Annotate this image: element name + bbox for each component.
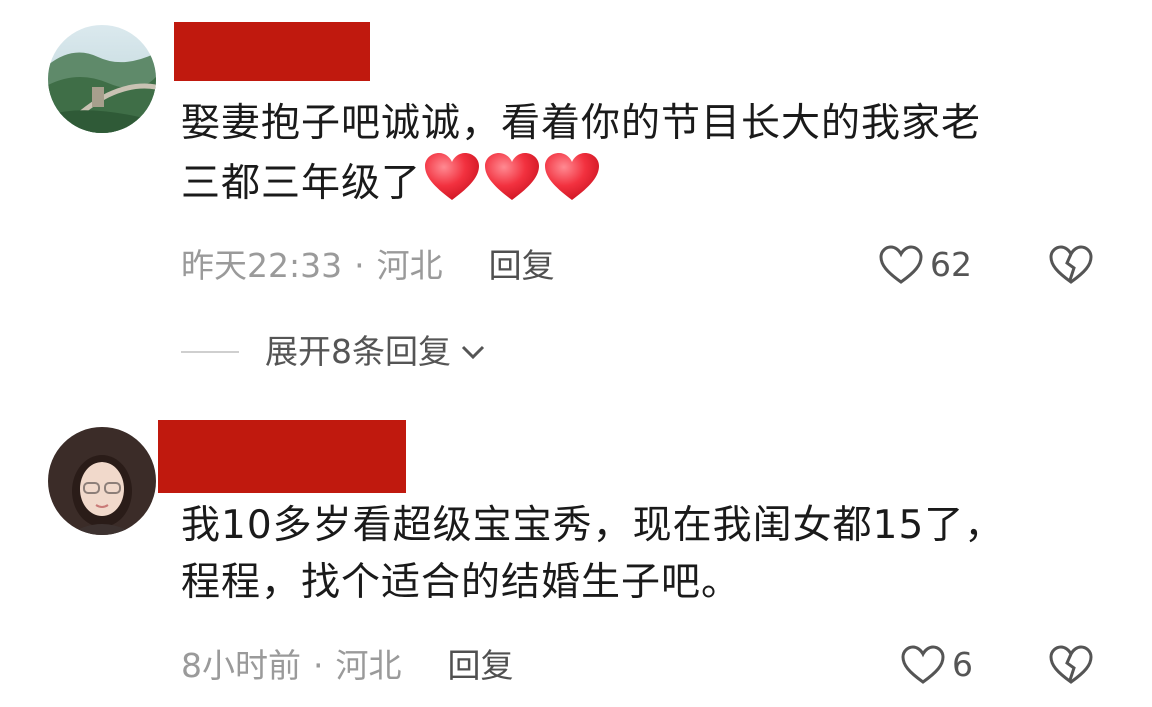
broken-heart-icon[interactable] — [1048, 644, 1094, 686]
like-count: 6 — [952, 645, 973, 684]
comment-time: 昨天22:33 — [181, 246, 343, 285]
reply-button[interactable]: 回复 — [448, 646, 514, 685]
comment-location: 河北 — [376, 246, 443, 285]
separator-dot: · — [313, 646, 324, 685]
comment-line: 三都三年级了 — [181, 152, 1101, 218]
comment-text-1: 娶妻抱子吧诚诚，看着你的节目长大的我家老 三都三年级了 — [181, 95, 1101, 218]
heart-outline-icon — [901, 645, 945, 684]
separator-dot: · — [354, 246, 365, 285]
comment-line: 程程，找个适合的结婚生子吧。 — [181, 560, 742, 605]
broken-heart-icon[interactable] — [1048, 244, 1094, 286]
reply-button[interactable]: 回复 — [489, 246, 555, 285]
comment-location: 河北 — [335, 646, 402, 685]
comment-meta-1: 昨天22:33 · 河北 回复 — [181, 246, 555, 286]
comment-time: 8小时前 — [181, 646, 301, 685]
username-redacted-1[interactable] — [174, 22, 370, 81]
comment-text-2: 我10多岁看超级宝宝秀，现在我闺女都15了， 程程，找个适合的结婚生子吧。 — [181, 497, 1101, 611]
comment-line: 娶妻抱子吧诚诚，看着你的节目长大的我家老 — [181, 101, 982, 146]
comment-line-text: 三都三年级了 — [181, 161, 422, 206]
like-count: 62 — [930, 245, 972, 284]
red-heart-icon — [545, 153, 600, 200]
user-avatar-2[interactable] — [48, 427, 156, 535]
red-heart-emoji-group — [423, 152, 603, 218]
like-button-2[interactable]: 6 — [900, 644, 973, 686]
red-heart-icon — [485, 153, 540, 200]
great-wall-avatar — [48, 25, 156, 133]
person-avatar — [48, 427, 156, 535]
comment-line: 我10多岁看超级宝宝秀，现在我闺女都15了， — [181, 503, 1005, 548]
divider-line — [181, 351, 239, 353]
user-avatar-1[interactable] — [48, 25, 156, 133]
username-redacted-2[interactable] — [158, 420, 406, 493]
expand-replies-label: 展开8条回复 — [265, 332, 451, 371]
heart-outline-icon — [879, 245, 923, 284]
comment-meta-2: 8小时前 · 河北 回复 — [181, 646, 514, 686]
like-button-1[interactable]: 62 — [878, 244, 972, 286]
chevron-down-icon — [461, 345, 485, 360]
expand-replies-button[interactable]: 展开8条回复 — [181, 330, 487, 374]
red-heart-icon — [425, 153, 480, 200]
